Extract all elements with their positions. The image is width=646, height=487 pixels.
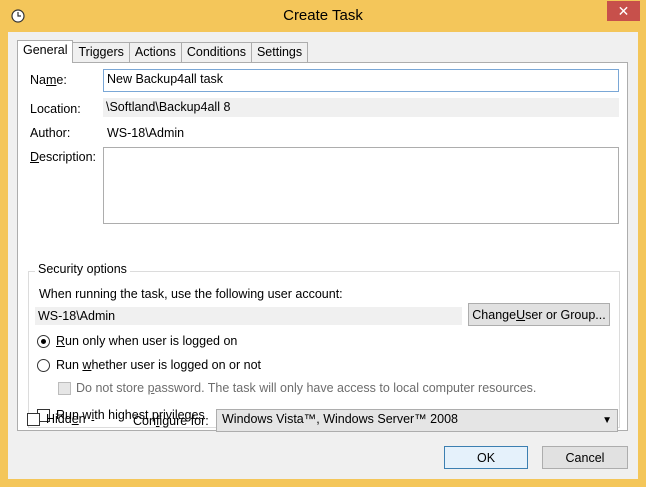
author-value: WS-18\Admin: [107, 126, 185, 140]
user-account-value: WS-18\Admin: [35, 307, 462, 325]
tab-general[interactable]: General: [17, 40, 74, 63]
do-not-store-password-checkbox[interactable]: [58, 382, 71, 395]
name-label: Name:: [30, 73, 67, 87]
title-bar[interactable]: Create Task ✕: [0, 0, 646, 32]
change-user-or-group-button[interactable]: Change User or Group...: [468, 303, 610, 326]
tab-settings[interactable]: Settings: [250, 42, 309, 62]
create-task-window: Create Task ✕ General Triggers Actions C…: [0, 0, 646, 487]
description-textarea[interactable]: [103, 147, 619, 224]
tab-strip: General Triggers Actions Conditions Sett…: [17, 40, 309, 63]
run-only-when-logged-on-label[interactable]: Run only when user is logged on: [56, 334, 237, 348]
general-tab-panel: Name: New Backup4all task Location: \Sof…: [17, 62, 628, 431]
hidden-label[interactable]: Hidden: [46, 412, 86, 426]
close-icon: ✕: [617, 2, 630, 19]
window-title: Create Task: [283, 7, 363, 24]
run-whether-logged-on-radio[interactable]: [37, 359, 50, 372]
configure-for-value: Windows Vista™, Windows Server™ 2008: [222, 412, 458, 426]
run-whether-logged-on-label[interactable]: Run whether user is logged on or not: [56, 358, 261, 372]
tab-triggers[interactable]: Triggers: [72, 42, 130, 62]
location-value: \Softland\Backup4all 8: [103, 98, 619, 117]
author-label: Author:: [30, 126, 71, 140]
do-not-store-password-label: Do not store password. The task will onl…: [76, 381, 537, 395]
security-options-title: Security options: [35, 262, 130, 276]
chevron-down-icon: ▼: [602, 415, 612, 426]
hidden-checkbox[interactable]: [27, 413, 40, 426]
ok-button[interactable]: OK: [444, 446, 528, 469]
description-label: Description:: [30, 150, 97, 164]
dialog-client: General Triggers Actions Conditions Sett…: [8, 32, 638, 479]
account-prompt: When running the task, use the following…: [39, 287, 343, 301]
close-button[interactable]: ✕: [607, 1, 640, 21]
tab-conditions[interactable]: Conditions: [180, 42, 252, 62]
tab-actions[interactable]: Actions: [128, 42, 182, 62]
configure-for-select[interactable]: Windows Vista™, Windows Server™ 2008 ▼: [216, 409, 618, 432]
location-label: Location:: [30, 102, 81, 116]
run-only-when-logged-on-radio[interactable]: [37, 335, 50, 348]
configure-for-label: Configure for:: [133, 414, 209, 428]
cancel-button[interactable]: Cancel: [542, 446, 628, 469]
name-input[interactable]: New Backup4all task: [103, 69, 619, 92]
